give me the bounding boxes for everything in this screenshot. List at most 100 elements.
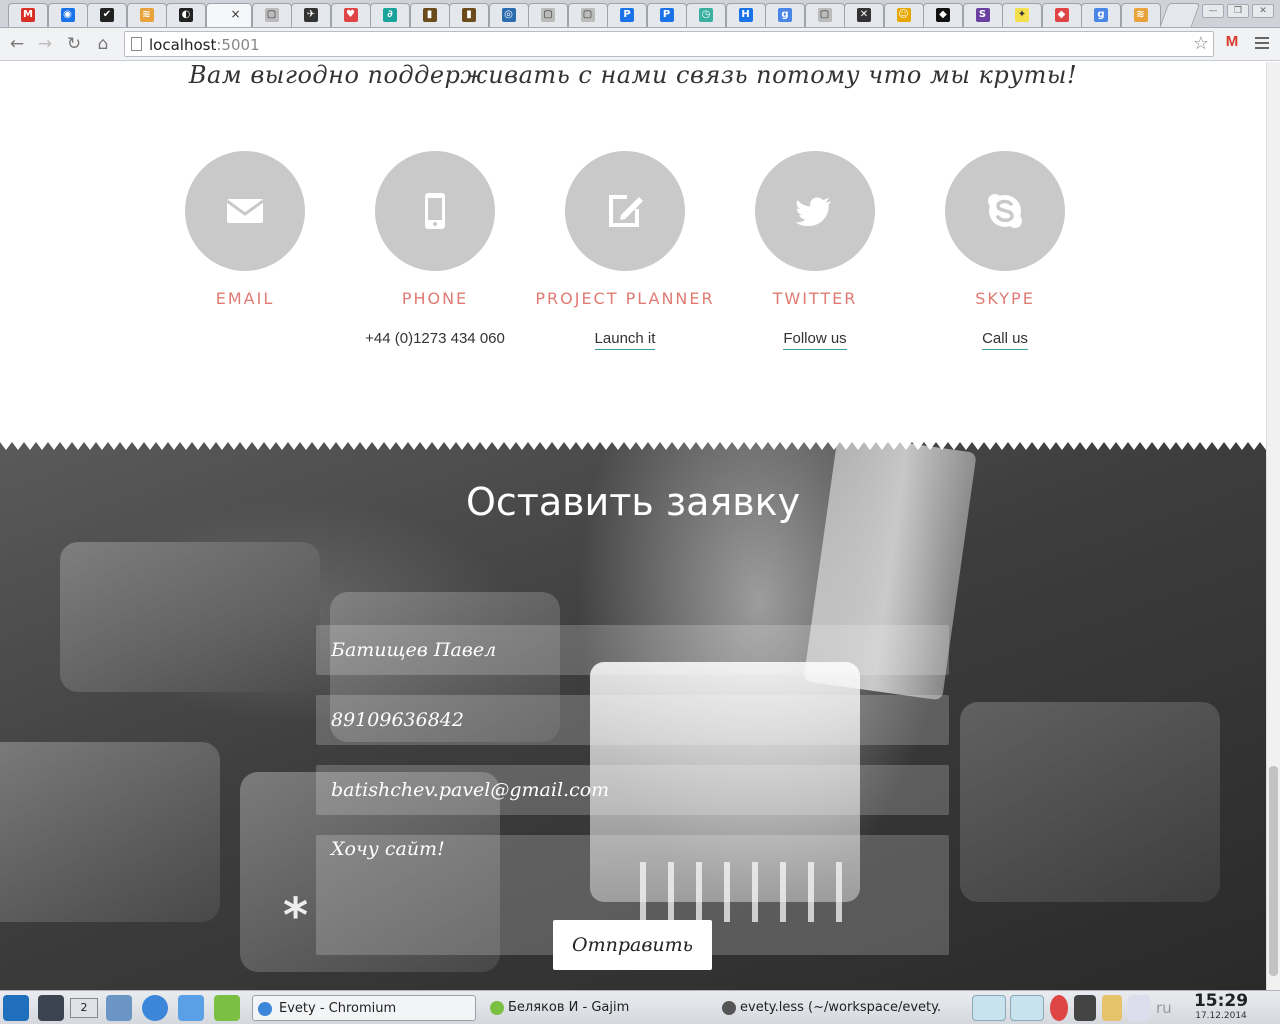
contact-title: PROJECT PLANNER: [535, 289, 715, 308]
gajim-launcher-icon[interactable]: [214, 995, 240, 1021]
maximize-button[interactable]: ❐: [1227, 4, 1249, 18]
browser-tab[interactable]: ▢: [528, 3, 568, 27]
bookmark-star-icon[interactable]: ☆: [1193, 33, 1209, 55]
phone-circle-button[interactable]: [375, 151, 495, 271]
browser-tab[interactable]: ✦: [1002, 3, 1042, 27]
browser-tab[interactable]: ✔: [87, 3, 127, 27]
tab-favicon-icon: ☺: [896, 8, 911, 22]
tab-favicon-icon: g: [778, 8, 792, 22]
browser-tab[interactable]: ◐: [166, 3, 206, 27]
contact-title: EMAIL: [215, 289, 275, 308]
browser-tab[interactable]: ≋: [1120, 3, 1161, 27]
planner-circle-button[interactable]: [565, 151, 685, 271]
browser-tab[interactable]: S: [962, 3, 1003, 27]
close-tab-icon[interactable]: ×: [231, 7, 241, 21]
clock-date: 17.12.2014: [1195, 1011, 1247, 1021]
form-title: Оставить заявку: [465, 480, 801, 524]
tab-favicon-icon: g: [1094, 8, 1108, 22]
keyboard-key-decoration: [0, 742, 220, 922]
twitter-icon: [795, 197, 831, 227]
submit-button[interactable]: Отправить: [553, 920, 712, 970]
contact-title: TWITTER: [772, 289, 858, 308]
network-icon[interactable]: [1074, 995, 1096, 1021]
browser-tab[interactable]: ▢: [251, 3, 292, 27]
tab-favicon-icon: ◉: [60, 8, 75, 22]
follow-us-link[interactable]: Follow us: [783, 330, 847, 350]
editor-icon: [722, 1001, 736, 1015]
browser-tab[interactable]: ✈: [291, 3, 331, 27]
envelope-icon: [226, 199, 264, 223]
phone-number: +44 (0)1273 434 060: [365, 330, 505, 347]
forward-button[interactable]: →: [34, 33, 56, 55]
launch-it-link[interactable]: Launch it: [594, 330, 656, 350]
tab-favicon-icon: S: [975, 8, 990, 22]
kde-menu-icon[interactable]: [3, 995, 29, 1021]
browser-tab[interactable]: H: [725, 3, 766, 27]
keyboard-layout-indicator[interactable]: ru: [1156, 997, 1172, 1019]
desktop-icon[interactable]: [38, 995, 64, 1021]
browser-tab[interactable]: ◎: [488, 3, 529, 27]
file-manager-icon[interactable]: [106, 995, 132, 1021]
tab-favicon-icon: ✦: [1015, 8, 1029, 22]
tab-favicon-icon: ◆: [936, 8, 950, 22]
network-monitor-icon: [1010, 995, 1044, 1021]
scrollbar-thumb[interactable]: [1269, 766, 1278, 976]
new-tab-button[interactable]: [1159, 3, 1201, 27]
task-chromium[interactable]: Evety - Chromium: [252, 995, 476, 1021]
browser-tab[interactable]: ▢: [804, 3, 845, 27]
clock-time: 15:29: [1193, 991, 1249, 1011]
browser-tab[interactable]: ≋: [126, 3, 167, 27]
task-gajim[interactable]: Беляков И - Gajim: [488, 995, 708, 1021]
download-icon[interactable]: [178, 995, 204, 1021]
back-button[interactable]: ←: [6, 33, 28, 55]
browser-tab[interactable]: ◆: [1041, 3, 1082, 27]
call-us-link[interactable]: Call us: [982, 330, 1028, 350]
tab-favicon-icon: ▢: [541, 8, 555, 22]
twitter-circle-button[interactable]: [755, 151, 875, 271]
skype-circle-button[interactable]: [945, 151, 1065, 271]
tab-strip: M ◉ ✔ ≋ ◐ × ▢ ✈ ♥ ∂ ▮ ▮ ◎ ▢ ▢ P P ◷ Hg ▢ ✕ ☺ ◆ S ✦ ◆ g ≋ — ❐ ✕: [0, 0, 1280, 28]
browser-tab[interactable]: P: [607, 3, 647, 27]
tab-active[interactable]: ×: [205, 3, 252, 27]
browser-tab[interactable]: ◉: [47, 3, 88, 27]
gmail-extension-icon[interactable]: M: [1222, 34, 1242, 50]
volume-icon[interactable]: [1050, 995, 1068, 1021]
email-circle-button[interactable]: [185, 151, 305, 271]
browser-tab[interactable]: ▮: [449, 3, 489, 27]
browser-menu-button[interactable]: [1252, 34, 1272, 54]
home-button[interactable]: ⌂: [92, 33, 114, 55]
keyboard-key-decoration: [60, 542, 320, 692]
tab-favicon-icon: P: [620, 8, 634, 22]
browser-tab[interactable]: g: [765, 3, 805, 27]
browser-tab[interactable]: ♥: [330, 3, 371, 27]
browser-tab[interactable]: ∂: [370, 3, 410, 27]
virtual-desktop-pager[interactable]: 2: [70, 998, 98, 1018]
browser-tab[interactable]: g: [1081, 3, 1121, 27]
notifications-icon[interactable]: [1128, 995, 1150, 1021]
reload-button[interactable]: ↻: [63, 33, 85, 55]
task-editor[interactable]: evety.less (~/workspace/evety.c: [720, 995, 940, 1021]
browser-tab[interactable]: ☺: [883, 3, 924, 27]
browser-tab[interactable]: ▮: [409, 3, 450, 27]
tab-favicon-icon: ▢: [580, 8, 595, 22]
page-scrollbar[interactable]: [1266, 62, 1280, 990]
url-text: localhost:5001: [149, 36, 260, 54]
tab-favicon-icon: ▮: [462, 8, 476, 22]
browser-tab[interactable]: ◷: [686, 3, 726, 27]
minimize-button[interactable]: —: [1202, 4, 1224, 18]
chromium-launcher-icon[interactable]: [142, 995, 168, 1021]
name-input[interactable]: [316, 625, 949, 675]
contact-twitter: TWITTER Follow us: [720, 151, 910, 350]
browser-tab[interactable]: ✕: [844, 3, 884, 27]
browser-tab[interactable]: ◆: [923, 3, 963, 27]
close-window-button[interactable]: ✕: [1252, 4, 1274, 18]
email-input[interactable]: [316, 765, 949, 815]
browser-tab[interactable]: M: [8, 3, 48, 27]
clock[interactable]: 15:29 17.12.2014: [1190, 991, 1252, 1022]
clipboard-icon[interactable]: [1102, 995, 1122, 1021]
browser-tab[interactable]: P: [646, 3, 687, 27]
address-bar[interactable]: localhost:5001 ☆: [124, 31, 1214, 57]
phone-input[interactable]: [316, 695, 949, 745]
tab-favicon-icon: ▮: [422, 8, 437, 22]
browser-tab[interactable]: ▢: [567, 3, 608, 27]
